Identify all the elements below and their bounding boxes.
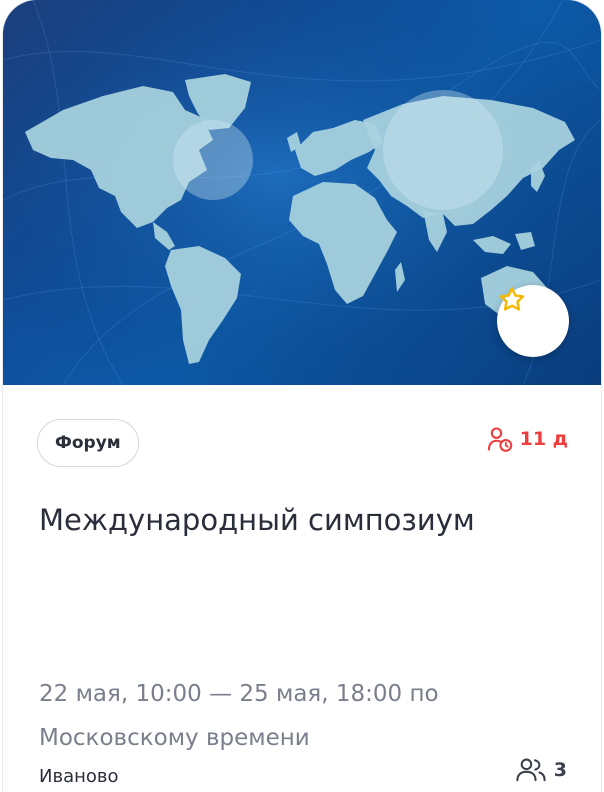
participants-number: 3 — [553, 759, 567, 781]
event-cover-image — [3, 0, 601, 385]
user-clock-icon — [487, 427, 512, 452]
participants-count: 3 — [514, 756, 567, 784]
star-icon — [499, 287, 525, 311]
favorite-button[interactable] — [497, 285, 569, 357]
event-card[interactable]: Форум 11 д Международный симпозиум 22 ма… — [3, 0, 601, 792]
event-city: Иваново — [39, 766, 119, 787]
registration-deadline: 11 д — [486, 425, 568, 453]
event-dates: 22 мая, 10:00 — 25 мая, 18:00 по Московс… — [39, 681, 439, 751]
category-label: Форум — [55, 433, 121, 453]
category-badge: Форум — [37, 419, 139, 467]
users-icon — [516, 758, 546, 782]
event-title[interactable]: Международный симпозиум — [39, 500, 579, 540]
deadline-text: 11 д — [519, 428, 568, 450]
